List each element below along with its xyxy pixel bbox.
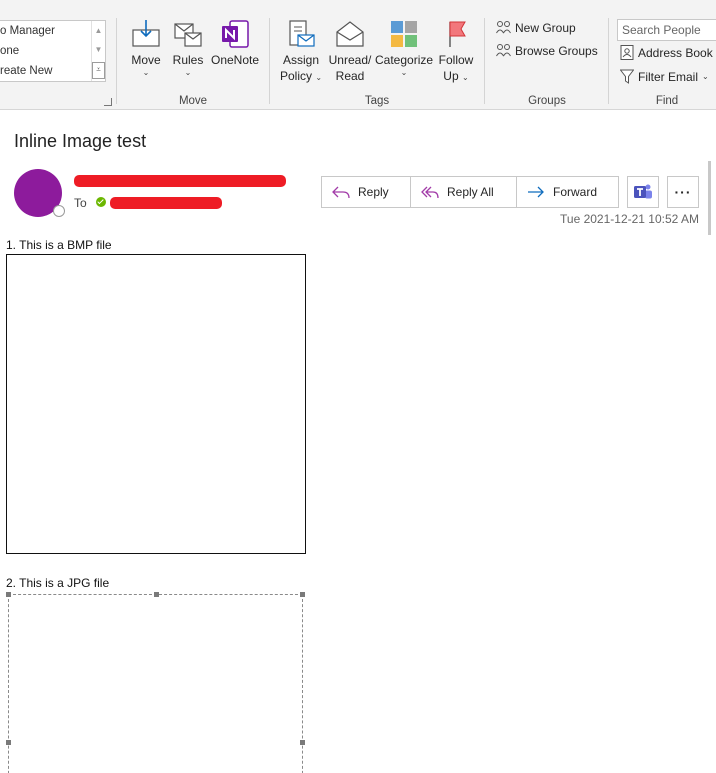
forward-label: Forward — [553, 185, 598, 199]
to-label: To — [74, 196, 87, 210]
chevron-down-icon: ⌄ — [315, 73, 323, 82]
policy-label: Policy — [279, 69, 312, 83]
recipient-available-icon — [96, 197, 106, 207]
assign-policy-button[interactable]: Assign Policy ⌄ — [278, 20, 324, 86]
ribbon-separator — [116, 18, 117, 104]
body-line-bmp: 1. This is a BMP file — [6, 238, 112, 252]
flag-icon — [449, 21, 466, 47]
onenote-button[interactable]: OneNote — [209, 20, 261, 68]
chevron-down-icon: ⌄ — [702, 72, 709, 81]
reply-label: Reply — [358, 185, 389, 199]
scroll-down-icon[interactable]: ▼ — [92, 40, 105, 60]
unread-label: Unread/ — [328, 53, 372, 67]
assign-label: Assign — [282, 53, 320, 67]
categorize-label: Categorize — [375, 53, 434, 67]
categorize-icon — [391, 21, 417, 47]
rules-button[interactable]: Rules ⌄ — [171, 20, 205, 78]
new-group-icon — [496, 21, 511, 34]
quick-step-create-new[interactable]: reate New — [0, 65, 52, 77]
teams-button[interactable] — [627, 176, 659, 208]
gallery-more-icon[interactable]: ⩡ — [92, 62, 105, 79]
groups-group-label: Groups — [528, 95, 566, 107]
read-label: Read — [335, 69, 365, 83]
resize-handle[interactable] — [154, 592, 159, 597]
rules-label: Rules — [172, 53, 204, 67]
forward-icon — [528, 186, 544, 198]
resize-handle[interactable] — [6, 740, 11, 745]
presence-status-icon — [53, 205, 65, 217]
onenote-icon — [222, 20, 249, 48]
message-action-bar: Reply Reply All Forward — [321, 176, 619, 208]
resize-handle[interactable] — [6, 592, 11, 597]
avatar[interactable] — [14, 169, 65, 217]
ribbon-separator — [269, 18, 270, 104]
reply-all-button[interactable]: Reply All — [411, 177, 517, 207]
teams-icon — [634, 184, 652, 199]
chevron-down-icon: ⌄ — [400, 68, 408, 77]
filter-email-label: Filter Email — [638, 69, 699, 84]
ribbon-separator — [608, 18, 609, 104]
follow-up-button[interactable]: Follow Up ⌄ — [436, 20, 476, 86]
unread-read-button[interactable]: Unread/ Read — [327, 20, 373, 84]
resize-handle[interactable] — [300, 740, 305, 745]
address-book-label: Address Book — [638, 45, 713, 60]
reply-all-label: Reply All — [447, 185, 494, 199]
scroll-up-icon[interactable]: ▲ — [92, 21, 105, 41]
browse-groups-icon — [496, 44, 511, 57]
chevron-down-icon: ⌄ — [184, 68, 192, 77]
redacted-recipient — [110, 197, 222, 209]
move-label: Move — [131, 53, 161, 67]
quick-step-done[interactable]: one — [0, 45, 19, 57]
categorize-button[interactable]: Categorize ⌄ — [375, 20, 433, 78]
chevron-down-icon: ⌄ — [461, 73, 469, 82]
filter-icon — [620, 69, 634, 84]
ribbon-separator — [484, 18, 485, 104]
envelope-open-icon — [336, 21, 364, 47]
resize-handle[interactable] — [300, 592, 305, 597]
reply-all-icon — [421, 186, 439, 199]
inline-image-jpg[interactable] — [6, 592, 305, 773]
message-subject: Inline Image test — [14, 131, 147, 151]
tags-group-label: Tags — [364, 95, 390, 107]
more-options-button[interactable]: ··· — [667, 176, 699, 208]
forward-button[interactable]: Forward — [517, 177, 618, 207]
reply-icon — [332, 186, 350, 199]
rules-icon — [174, 23, 202, 47]
follow-label: Follow — [438, 53, 474, 67]
browse-groups-button[interactable]: Browse Groups — [496, 43, 598, 58]
quick-step-to-manager[interactable]: o Manager — [0, 25, 55, 37]
quick-steps-dialog-launcher-icon[interactable] — [104, 98, 112, 106]
move-group-label: Move — [178, 95, 208, 107]
redacted-sender — [74, 175, 286, 187]
address-book-icon — [620, 45, 634, 60]
new-group-label: New Group — [515, 20, 576, 35]
body-line-jpg: 2. This is a JPG file — [6, 576, 110, 590]
reply-button[interactable]: Reply — [322, 177, 411, 207]
move-button[interactable]: Move ⌄ — [128, 20, 164, 78]
up-label: Up — [443, 69, 459, 83]
browse-groups-label: Browse Groups — [515, 43, 598, 58]
new-group-button[interactable]: New Group — [496, 20, 576, 35]
address-book-button[interactable]: Address Book — [620, 45, 713, 60]
message-timestamp: Tue 2021-12-21 10:52 AM — [560, 212, 699, 226]
quick-steps-scrollbar: ▲ ▼ ⩡ — [91, 21, 105, 81]
search-people-input[interactable]: Search People — [617, 19, 716, 41]
filter-email-button[interactable]: Filter Email ⌄ — [620, 69, 709, 84]
policy-icon — [289, 20, 315, 47]
inline-image-bmp[interactable] — [6, 254, 306, 554]
chevron-down-icon: ⌄ — [142, 68, 150, 77]
onenote-label: OneNote — [210, 53, 260, 67]
find-group-label: Find — [655, 95, 679, 107]
reading-pane-scrollbar[interactable] — [708, 161, 711, 235]
quick-steps-gallery: o Manager one reate New ▲ ▼ ⩡ — [0, 20, 106, 82]
move-icon — [132, 20, 160, 47]
ribbon: o Manager one reate New ▲ ▼ ⩡ Move ⌄ Rul… — [0, 0, 716, 110]
